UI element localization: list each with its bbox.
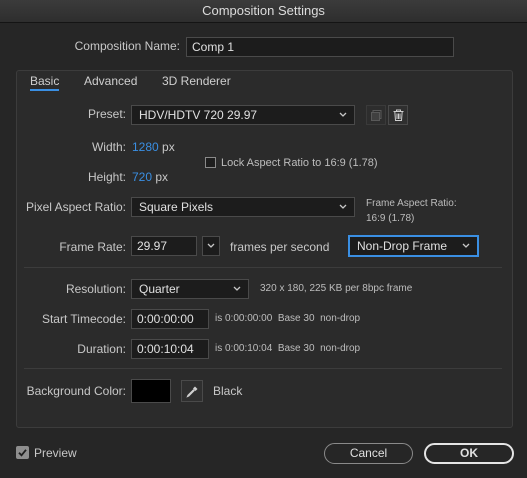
tab-3d-renderer[interactable]: 3D Renderer [162, 74, 231, 88]
eyedropper-button[interactable] [181, 380, 203, 402]
start-timecode-input[interactable]: 0:00:00:00 [131, 309, 209, 329]
composition-name-label: Composition Name: [74, 39, 180, 53]
height-value: 720 [132, 170, 153, 184]
chevron-down-icon [339, 204, 347, 209]
preview-checkbox[interactable] [16, 446, 29, 459]
pixel-aspect-dropdown[interactable]: Square Pixels [131, 197, 355, 217]
frame-aspect-value: 16:9 (1.78) [366, 213, 415, 224]
frame-rate-unit: frames per second [230, 240, 330, 254]
preset-label: Preset: [87, 107, 126, 121]
composition-name-input[interactable]: Comp 1 [186, 37, 454, 57]
drop-frame-value: Non-Drop Frame [357, 239, 448, 253]
resolution-info: 320 x 180, 225 KB per 8bpc frame [260, 283, 413, 294]
frame-rate-input[interactable]: 29.97 [131, 236, 197, 256]
frame-rate-dropdown[interactable] [202, 236, 220, 256]
duration-input[interactable]: 0:00:10:04 [131, 339, 209, 359]
chevron-down-icon [233, 286, 241, 291]
lock-aspect-label: Lock Aspect Ratio to 16:9 (1.78) [221, 157, 378, 169]
preset-value: HDV/HDTV 720 29.97 [139, 108, 258, 122]
trash-icon [393, 109, 403, 121]
width-field[interactable]: 1280 px [132, 140, 175, 154]
chevron-down-icon [207, 243, 215, 248]
preview-label: Preview [34, 446, 77, 460]
width-value: 1280 [132, 140, 159, 154]
start-timecode-label: Start Timecode: [41, 312, 126, 326]
window-title: Composition Settings [0, 0, 527, 23]
width-label: Width: [91, 140, 126, 154]
drop-frame-dropdown[interactable]: Non-Drop Frame [349, 236, 478, 256]
pixel-aspect-label: Pixel Aspect Ratio: [25, 200, 126, 214]
ok-button[interactable]: OK [424, 443, 514, 464]
height-label: Height: [87, 170, 126, 184]
tab-basic[interactable]: Basic [30, 74, 60, 91]
delete-preset-button[interactable] [388, 105, 408, 125]
save-icon [370, 109, 381, 121]
lock-aspect-checkbox[interactable] [205, 157, 216, 168]
background-color-name: Black [213, 384, 243, 398]
save-preset-button[interactable] [366, 105, 386, 125]
chevron-down-icon [339, 112, 347, 117]
eyedropper-icon [185, 386, 197, 398]
height-unit: px [155, 170, 169, 184]
chevron-down-icon [462, 243, 470, 248]
pixel-aspect-value: Square Pixels [139, 200, 214, 214]
frame-rate-label: Frame Rate: [59, 240, 126, 254]
duration-label: Duration: [77, 342, 126, 356]
background-color-swatch[interactable] [131, 379, 171, 403]
composition-settings-dialog: Composition Settings Composition Name: C… [0, 0, 527, 478]
divider [24, 267, 502, 268]
divider [24, 368, 502, 369]
preset-dropdown[interactable]: HDV/HDTV 720 29.97 [131, 105, 355, 125]
checkmark-icon [18, 449, 27, 457]
width-unit: px [162, 140, 175, 154]
resolution-dropdown[interactable]: Quarter [131, 279, 249, 299]
background-color-label: Background Color: [26, 384, 126, 398]
tab-advanced[interactable]: Advanced [84, 74, 137, 88]
resolution-label: Resolution: [65, 282, 126, 296]
resolution-value: Quarter [139, 282, 180, 296]
height-field[interactable]: 720 px [132, 170, 168, 184]
cancel-button[interactable]: Cancel [324, 443, 413, 464]
frame-aspect-label: Frame Aspect Ratio: [366, 198, 457, 209]
start-timecode-info: is 0:00:00:00 Base 30 non-drop [215, 313, 361, 324]
duration-info: is 0:00:10:04 Base 30 non-drop [215, 343, 361, 354]
